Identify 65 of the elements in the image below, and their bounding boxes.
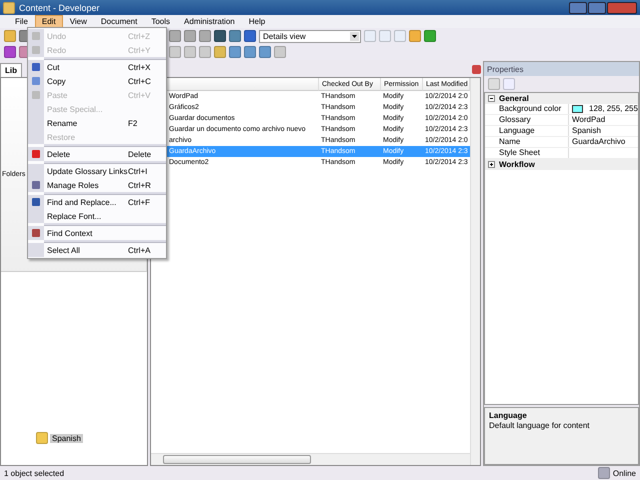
sort-icon[interactable]: [503, 78, 515, 90]
toolbar-icon[interactable]: [169, 30, 181, 42]
toolbar-icon[interactable]: [184, 46, 196, 58]
expand-icon[interactable]: [488, 161, 495, 168]
menu-item[interactable]: View: [62, 15, 94, 28]
menu-icon: [31, 228, 41, 238]
scroll-thumb[interactable]: [163, 455, 311, 464]
description-text: Default language for content: [489, 421, 591, 430]
property-name: Background color: [497, 104, 569, 114]
property-value[interactable]: Spanish: [572, 126, 601, 136]
toolbar-icon[interactable]: [4, 46, 16, 58]
status-text: 1 object selected: [4, 468, 64, 478]
menu-icon: [31, 149, 41, 159]
menu-item[interactable]: Edit: [34, 15, 63, 28]
panel-title: Properties: [487, 64, 524, 74]
toolbar-icon[interactable]: [364, 30, 376, 42]
collapse-icon[interactable]: [488, 95, 495, 102]
menu-item[interactable]: Document: [94, 15, 144, 28]
categorized-icon[interactable]: [488, 78, 500, 90]
close-button[interactable]: [607, 2, 637, 14]
menu-item[interactable]: Tools: [144, 15, 178, 28]
folder-icon: [36, 432, 48, 444]
minimize-button[interactable]: [569, 2, 587, 14]
toolbar-icon[interactable]: [214, 30, 226, 42]
category-label: General: [499, 94, 529, 103]
menu-item[interactable]: File: [8, 15, 35, 28]
horizontal-scrollbar[interactable]: [151, 453, 470, 465]
toolbar-icon[interactable]: [259, 46, 271, 58]
menu-item[interactable]: Help: [242, 15, 272, 28]
library-tab[interactable]: Lib: [0, 63, 22, 77]
toolbar-icon[interactable]: [274, 46, 286, 58]
property-name: Glossary: [497, 115, 569, 125]
menu-item[interactable]: Administration: [177, 15, 242, 28]
view-select[interactable]: Details view: [259, 30, 361, 42]
property-name: Name: [497, 137, 569, 147]
connection-status: Online: [612, 468, 636, 478]
property-name: Language: [497, 126, 569, 136]
toolbar-icon[interactable]: [379, 30, 391, 42]
toolbar-icon[interactable]: [229, 46, 241, 58]
toolbar-icon[interactable]: [229, 30, 241, 42]
toolbar-icon[interactable]: [184, 30, 196, 42]
maximize-button[interactable]: [588, 2, 606, 14]
tree-item[interactable]: Spanish: [50, 434, 83, 442]
property-name: Style Sheet: [497, 148, 569, 158]
property-value[interactable]: 128, 255, 255: [589, 104, 638, 114]
toolbar-icon[interactable]: [424, 30, 436, 42]
toolbar-icon[interactable]: [169, 46, 181, 58]
description-title: Language: [489, 411, 528, 420]
toolbar-icon[interactable]: [244, 30, 256, 42]
toolbar-icon[interactable]: [394, 30, 406, 42]
app-icon: [3, 2, 15, 14]
toolbar-icon[interactable]: [214, 46, 226, 58]
close-icon[interactable]: [472, 64, 481, 74]
caret-icon: [350, 32, 359, 40]
category-label: Workflow: [499, 160, 535, 169]
toolbar-icon[interactable]: [4, 30, 16, 42]
property-value[interactable]: WordPad: [572, 115, 606, 125]
toolbar-icon[interactable]: [244, 46, 256, 58]
vertical-scrollbar[interactable]: [470, 78, 480, 465]
property-value[interactable]: GuardaArchivo: [572, 137, 626, 147]
network-icon: [598, 467, 610, 479]
toolbar-icon[interactable]: [199, 30, 211, 42]
toolbar-icon[interactable]: [409, 30, 421, 42]
window-title: Content - Developer: [19, 2, 100, 12]
toolbar-icon[interactable]: [199, 46, 211, 58]
